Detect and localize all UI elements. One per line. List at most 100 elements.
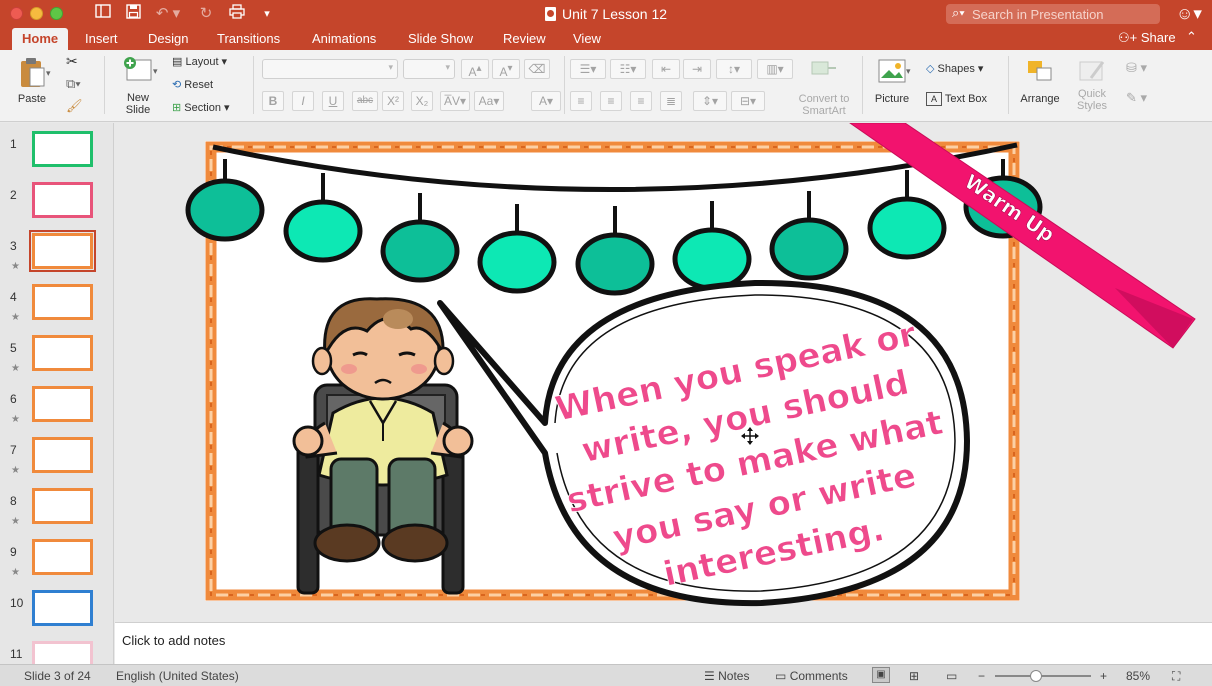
italic-icon[interactable]: I [292, 91, 314, 111]
cut-icon[interactable]: ✂ [66, 53, 78, 70]
columns-icon[interactable]: ▥▾ [757, 59, 793, 79]
align-left-icon[interactable]: ≡ [570, 91, 592, 111]
align-right-icon[interactable]: ≡ [630, 91, 652, 111]
slide-thumbnail-11[interactable]: 11 [0, 641, 113, 664]
reading-view-icon[interactable]: ▭ [946, 669, 957, 683]
normal-view-icon[interactable]: ▣ [872, 667, 890, 683]
section-button[interactable]: ⊞ Section ▾ [172, 99, 230, 117]
slide-thumbnail-6[interactable]: 6 ★ [0, 386, 113, 437]
underline-icon[interactable]: U [322, 91, 344, 111]
quick-styles-button[interactable]: Quick Styles [1068, 58, 1116, 112]
slide-thumbnail-image[interactable] [32, 131, 93, 167]
slide-thumbnail-image[interactable] [32, 437, 93, 473]
format-painter-icon[interactable]: 🖌 [66, 98, 83, 114]
align-center-icon[interactable]: ≡ [600, 91, 622, 111]
slide-thumbnails-panel[interactable]: 1 2 3 ★ 4 ★ 5 ★ 6 ★ 7 ★ 8 ★ 9 ★ 10 11 [0, 123, 114, 664]
search-box[interactable]: ⌕▾ [946, 4, 1160, 24]
slide-editing-area[interactable]: When you speak or write, you should stri… [115, 123, 1212, 622]
slide-thumbnail-5[interactable]: 5 ★ [0, 335, 113, 386]
fit-to-window-icon[interactable]: ⛶ [1172, 669, 1180, 684]
slide-thumbnail-3[interactable]: 3 ★ [0, 230, 113, 284]
new-slide-dropdown-icon[interactable]: ▾ [153, 66, 158, 77]
slide-thumbnail-image[interactable] [29, 230, 96, 272]
text-direction-icon[interactable]: ⇕▾ [693, 91, 727, 111]
shapes-button[interactable]: ◇ Shapes ▾ [926, 60, 983, 78]
paste-dropdown-icon[interactable]: ▾ [46, 68, 51, 79]
shape-outline-icon[interactable]: ✎ ▾ [1126, 90, 1147, 106]
subscript-icon[interactable]: X₂ [411, 91, 433, 111]
slide-sorter-icon[interactable]: ⊞ [909, 669, 919, 683]
animation-star-icon: ★ [11, 465, 20, 476]
align-text-icon[interactable]: ⊟▾ [731, 91, 765, 111]
slide-thumbnail-2[interactable]: 2 [0, 182, 113, 233]
slide-thumbnail-image[interactable] [32, 590, 93, 626]
tab-view[interactable]: View [563, 28, 611, 50]
slide-thumbnail-image[interactable] [32, 641, 93, 664]
search-input[interactable] [972, 6, 1156, 22]
zoom-in-icon[interactable]: + [1100, 669, 1107, 683]
shape-fill-icon[interactable]: ⛁ ▾ [1126, 60, 1147, 76]
slide-thumbnail-10[interactable]: 10 [0, 590, 113, 641]
reset-button[interactable]: ⟲ Reset [172, 76, 213, 94]
zoom-out-icon[interactable]: − [978, 669, 985, 683]
character-spacing-icon[interactable]: A̅V▾ [440, 91, 470, 111]
text-box-button[interactable]: A Text Box [926, 90, 987, 108]
increase-font-size-icon[interactable]: A▴ [461, 59, 489, 79]
tab-design[interactable]: Design [138, 28, 198, 50]
layout-icon: ▤ [172, 56, 183, 68]
tab-home[interactable]: Home [12, 28, 69, 50]
superscript-icon[interactable]: X² [382, 91, 404, 111]
slide-thumbnail-image[interactable] [32, 488, 93, 524]
tab-transitions[interactable]: Transitions [207, 28, 290, 50]
bullets-icon[interactable]: ☰▾ [570, 59, 606, 79]
share-button[interactable]: ⚇+ Share [1118, 30, 1176, 46]
slide-thumbnail-4[interactable]: 4 ★ [0, 284, 113, 335]
tab-animations[interactable]: Animations [302, 28, 386, 50]
line-spacing-icon[interactable]: ↕▾ [716, 59, 752, 79]
font-size-dropdown[interactable] [403, 59, 455, 79]
notes-toggle-button[interactable]: ☰ Notes [704, 669, 749, 683]
slide-thumbnail-image[interactable] [32, 284, 93, 320]
status-bar: Slide 3 of 24 English (United States) ☰ … [0, 664, 1212, 686]
slide-thumbnail-1[interactable]: 1 [0, 131, 113, 182]
slide-thumbnail-image[interactable] [32, 386, 93, 422]
slide-thumbnail-number: 2 [10, 188, 17, 202]
picture-dropdown-icon[interactable]: ▾ [906, 66, 911, 77]
numbering-icon[interactable]: ☷▾ [610, 59, 646, 79]
comments-toggle-button[interactable]: ▭ Comments [775, 669, 848, 683]
feedback-smiley-icon[interactable]: ☺▾ [1176, 4, 1202, 24]
increase-indent-icon[interactable]: ⇥ [683, 59, 711, 79]
convert-to-smartart-button[interactable]: Convert to SmartArt [796, 58, 852, 117]
slide-thumbnail-8[interactable]: 8 ★ [0, 488, 113, 539]
justify-icon[interactable]: ≣ [660, 91, 682, 111]
collapse-ribbon-icon[interactable]: ⌃ [1186, 29, 1197, 45]
slide-thumbnail-image[interactable] [32, 335, 93, 371]
notes-pane[interactable]: Click to add notes [115, 622, 1212, 664]
slide-thumbnail-image[interactable] [32, 182, 93, 218]
paste-button[interactable]: Paste [12, 56, 52, 105]
strikethrough-icon[interactable]: abc [352, 91, 378, 111]
change-case-icon[interactable]: Aa▾ [474, 91, 504, 111]
zoom-slider[interactable] [995, 675, 1091, 677]
tab-review[interactable]: Review [493, 28, 556, 50]
bold-icon[interactable]: B [262, 91, 284, 111]
decrease-font-size-icon[interactable]: A▾ [492, 59, 520, 79]
zoom-slider-handle[interactable] [1030, 670, 1042, 682]
current-slide[interactable]: When you speak or write, you should stri… [115, 123, 1212, 622]
clear-formatting-icon[interactable]: ⌫ [524, 59, 550, 79]
font-name-dropdown[interactable] [262, 59, 398, 79]
decrease-indent-icon[interactable]: ⇤ [652, 59, 680, 79]
slide-thumbnail-7[interactable]: 7 ★ [0, 437, 113, 488]
slide-thumbnail-image[interactable] [32, 539, 93, 575]
new-slide-button[interactable]: New Slide [116, 56, 160, 116]
tab-insert[interactable]: Insert [75, 28, 128, 50]
zoom-level[interactable]: 85% [1126, 669, 1150, 683]
font-color-icon[interactable]: A▾ [531, 91, 561, 111]
tab-slide-show[interactable]: Slide Show [398, 28, 483, 50]
language-indicator[interactable]: English (United States) [116, 669, 239, 683]
copy-icon[interactable]: ⧉▾ [66, 76, 81, 92]
slide-thumbnail-number: 7 [10, 443, 17, 457]
slide-thumbnail-9[interactable]: 9 ★ [0, 539, 113, 590]
arrange-button[interactable]: Arrange [1016, 58, 1064, 105]
layout-button[interactable]: ▤ Layout ▾ [172, 53, 227, 71]
